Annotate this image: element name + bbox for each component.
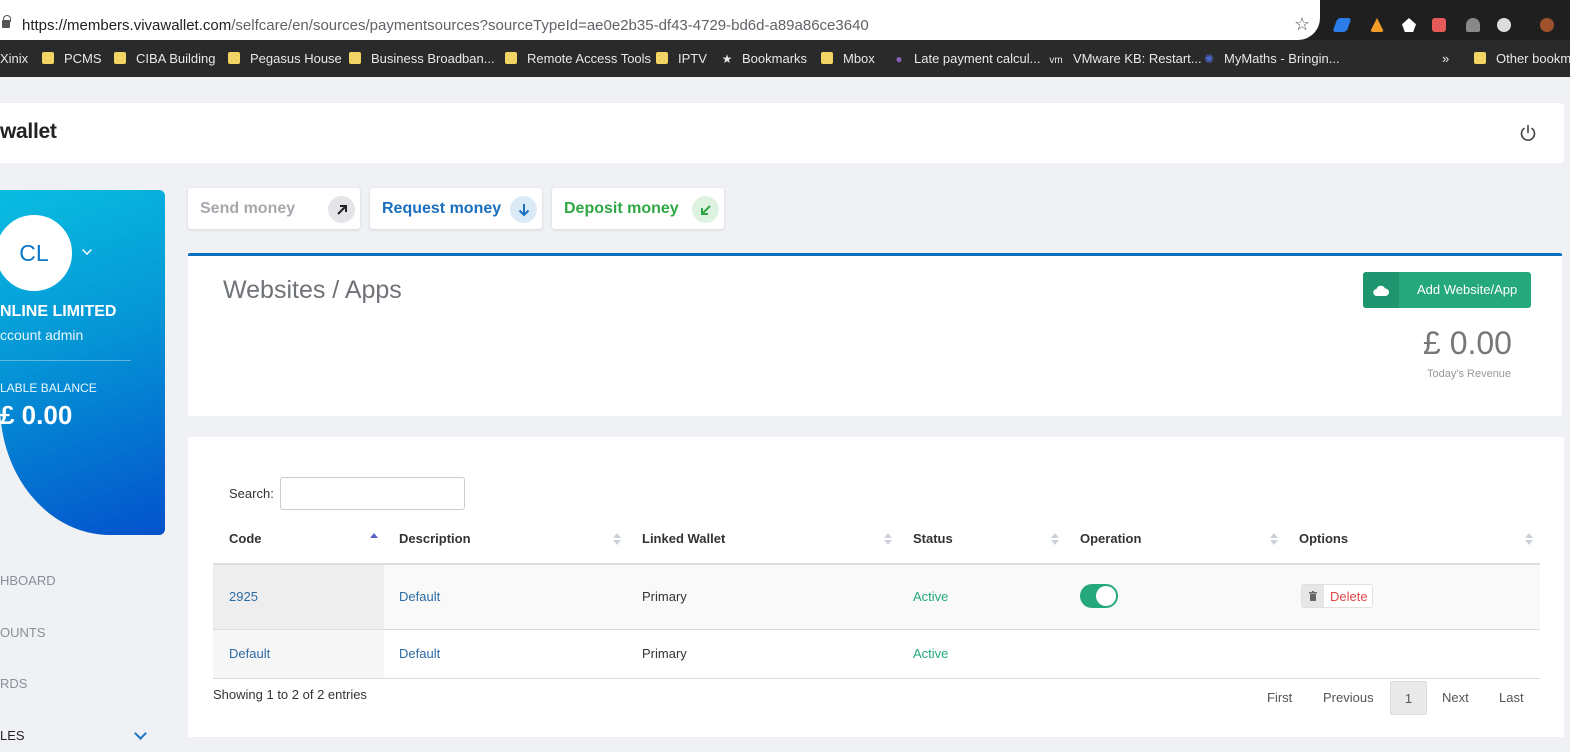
- bookmark-item[interactable]: ✺ MyMaths - Bringin...: [1202, 51, 1340, 66]
- pagination-current-page[interactable]: 1: [1390, 681, 1427, 715]
- arrow-down-icon: [510, 196, 537, 223]
- sort-icon[interactable]: [1051, 533, 1059, 545]
- site-favicon-icon: ✺: [1203, 52, 1215, 66]
- table-info: Showing 1 to 2 of 2 entries: [213, 687, 367, 702]
- revenue-value: £ 0.00: [1423, 325, 1512, 361]
- folder-icon: [228, 52, 240, 64]
- folder-icon: [821, 52, 833, 64]
- row-wallet: Primary: [642, 646, 687, 661]
- column-header-linked-wallet[interactable]: Linked Wallet: [642, 531, 725, 546]
- bookmark-item[interactable]: Xinix: [0, 51, 28, 66]
- request-money-button[interactable]: Request money: [370, 188, 542, 229]
- more-bookmarks-chevron-icon[interactable]: »: [1442, 51, 1449, 66]
- url-text[interactable]: https://members.vivawallet.com/selfcare/…: [22, 17, 869, 34]
- search-input[interactable]: [280, 477, 465, 510]
- revenue-label: Today's Revenue: [1427, 368, 1512, 380]
- status-badge: Active: [913, 589, 949, 604]
- bookmarks-bar: Xinix PCMS CIBA Building Pegasus House B…: [0, 40, 1570, 77]
- balance-value: £ 0.00: [0, 400, 73, 430]
- bookmark-item[interactable]: Mbox: [821, 51, 875, 66]
- pagination-next[interactable]: Next: [1442, 690, 1469, 705]
- bookmark-item[interactable]: IPTV: [656, 51, 707, 66]
- pagination-previous[interactable]: Previous: [1323, 690, 1374, 705]
- deposit-money-button[interactable]: Deposit money: [552, 188, 724, 229]
- bookmark-item[interactable]: vm VMware KB: Restart...: [1047, 51, 1201, 66]
- bookmark-item[interactable]: PCMS: [42, 51, 102, 66]
- power-icon[interactable]: [1519, 124, 1537, 142]
- sort-icon[interactable]: [1525, 533, 1533, 545]
- delete-button[interactable]: Delete: [1301, 584, 1373, 608]
- column-header-description[interactable]: Description: [399, 531, 471, 546]
- browser-top-bar: https://members.vivawallet.com/selfcare/…: [0, 0, 1570, 40]
- page-title: Websites / Apps: [223, 276, 402, 304]
- star-icon: ★: [721, 52, 733, 66]
- sidebar-item-dashboard[interactable]: HBOARD: [0, 573, 56, 588]
- extension-icon[interactable]: [1497, 18, 1511, 32]
- profile-avatar-icon[interactable]: [1540, 18, 1554, 32]
- row-description-link[interactable]: Default: [399, 646, 440, 661]
- divider: [0, 360, 131, 361]
- bookmark-star-icon[interactable]: ☆: [1294, 14, 1310, 35]
- vmware-icon: vm: [1049, 55, 1063, 66]
- status-badge: Active: [913, 646, 949, 661]
- row-divider: [213, 678, 1540, 679]
- send-money-button[interactable]: Send money: [188, 188, 360, 229]
- pagination-last[interactable]: Last: [1499, 690, 1524, 705]
- bookmark-item[interactable]: Other bookm: [1474, 51, 1570, 66]
- extension-icon[interactable]: [1432, 18, 1446, 32]
- search-label: Search:: [229, 486, 274, 501]
- row-wallet: Primary: [642, 589, 687, 604]
- arrow-down-left-icon: [692, 196, 719, 223]
- extension-icon[interactable]: [1466, 18, 1480, 32]
- column-header-code[interactable]: Code: [229, 531, 262, 546]
- add-website-app-button[interactable]: Add Website/App: [1363, 272, 1531, 308]
- sort-icon[interactable]: [884, 533, 892, 545]
- site-favicon-icon: ●: [895, 52, 903, 66]
- row-code-link[interactable]: Default: [229, 646, 270, 661]
- bookmark-item[interactable]: Business Broadban...: [349, 51, 495, 66]
- sidebar-item-accounts[interactable]: OUNTS: [0, 625, 46, 640]
- sidebar-item-sales[interactable]: LES: [0, 728, 25, 743]
- bookmark-item[interactable]: Pegasus House: [228, 51, 342, 66]
- column-header-operation[interactable]: Operation: [1080, 531, 1141, 546]
- extension-icon[interactable]: [1402, 18, 1416, 32]
- bookmark-item[interactable]: Remote Access Tools: [505, 51, 651, 66]
- column-header-status[interactable]: Status: [913, 531, 953, 546]
- folder-icon: [505, 52, 517, 64]
- row-description-link[interactable]: Default: [399, 589, 440, 604]
- row-code-link[interactable]: 2925: [229, 589, 258, 604]
- bookmark-item[interactable]: CIBA Building: [114, 51, 216, 66]
- lock-icon: [2, 15, 11, 28]
- pagination-first[interactable]: First: [1267, 690, 1292, 705]
- sort-icon[interactable]: [1270, 533, 1278, 545]
- folder-icon: [42, 52, 54, 64]
- sort-icon[interactable]: [613, 533, 621, 545]
- cloud-icon: [1363, 272, 1399, 308]
- address-bar[interactable]: https://members.vivawallet.com/selfcare/…: [0, 0, 1320, 40]
- arrow-up-right-icon: [328, 196, 355, 223]
- trash-icon: [1302, 585, 1324, 607]
- bookmark-item[interactable]: ● Late payment calcul...: [892, 51, 1040, 66]
- extension-icon[interactable]: [1332, 18, 1352, 32]
- folder-icon: [114, 52, 126, 64]
- column-header-options[interactable]: Options: [1299, 531, 1348, 546]
- operation-toggle[interactable]: [1080, 584, 1118, 608]
- folder-icon: [656, 52, 668, 64]
- user-role: ccount admin: [0, 327, 84, 343]
- balance-label: LABLE BALANCE: [0, 381, 97, 395]
- company-name: NLINE LIMITED: [0, 303, 117, 320]
- sidebar-item-cards[interactable]: RDS: [0, 676, 27, 691]
- sort-ascending-icon[interactable]: [370, 533, 378, 545]
- logo[interactable]: wallet: [0, 120, 57, 144]
- folder-icon: [1474, 52, 1486, 64]
- folder-icon: [349, 52, 361, 64]
- extension-icon[interactable]: [1370, 18, 1384, 32]
- bookmark-item[interactable]: ★ Bookmarks: [720, 51, 807, 66]
- app-header: [0, 103, 1564, 163]
- chevron-down-icon[interactable]: [134, 727, 147, 740]
